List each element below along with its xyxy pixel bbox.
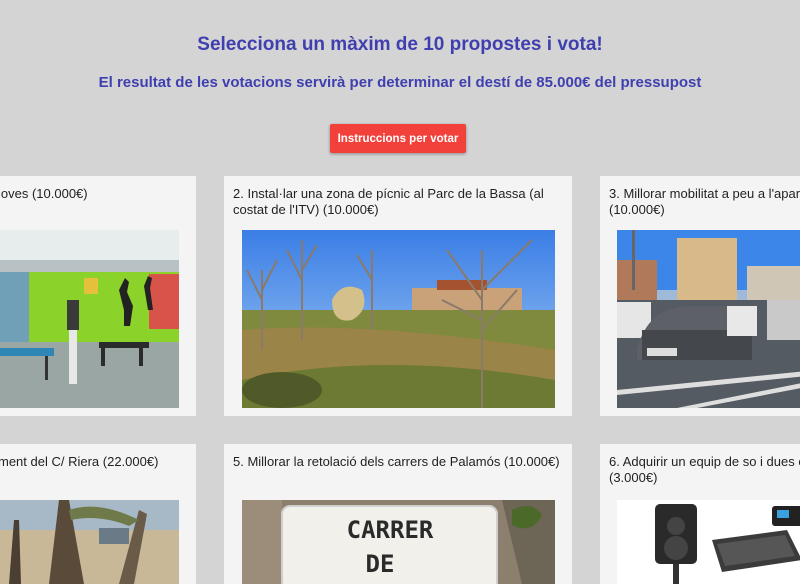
proposal-image[interactable]	[0, 230, 179, 408]
proposal-title: joves (10.000€)	[0, 186, 88, 201]
page-title: Selecciona un màxim de 10 propostes i vo…	[197, 34, 603, 55]
proposal-title: ment del C/ Riera (22.000€)	[0, 454, 159, 469]
page-subtitle: El resultat de les votacions servirà per…	[98, 74, 702, 91]
proposal-title: 5. Millorar la retolació dels carrers de…	[233, 454, 560, 469]
proposal-image[interactable]	[0, 500, 179, 584]
proposal-card-4[interactable]: ment del C/ Riera (22.000€)	[0, 444, 196, 584]
proposal-image[interactable]	[242, 230, 555, 408]
proposal-image[interactable]	[617, 500, 800, 584]
proposal-title: 2. Instal·lar una zona de pícnic al Parc…	[233, 186, 544, 217]
proposal-title: 3. Millorar mobilitat a peu a l'aparc (1…	[609, 186, 800, 217]
proposal-card-5[interactable]: 5. Millorar la retolació dels carrers de…	[224, 444, 572, 584]
proposal-card-6[interactable]: 6. Adquirir un equip de so i dues c (3.0…	[600, 444, 800, 584]
proposal-image[interactable]	[617, 230, 800, 408]
sign-text-line-2: DE	[366, 550, 395, 578]
proposal-image[interactable]: CARRER DE	[242, 500, 555, 584]
proposal-title: 6. Adquirir un equip de so i dues c (3.0…	[609, 454, 800, 485]
sign-text-line-1: CARRER	[347, 516, 434, 544]
proposal-card-1[interactable]: joves (10.000€)	[0, 176, 196, 416]
instructions-button[interactable]: Instruccions per votar	[330, 124, 466, 153]
proposal-card-3[interactable]: 3. Millorar mobilitat a peu a l'aparc (1…	[600, 176, 800, 416]
proposal-card-2[interactable]: 2. Instal·lar una zona de pícnic al Parc…	[224, 176, 572, 416]
